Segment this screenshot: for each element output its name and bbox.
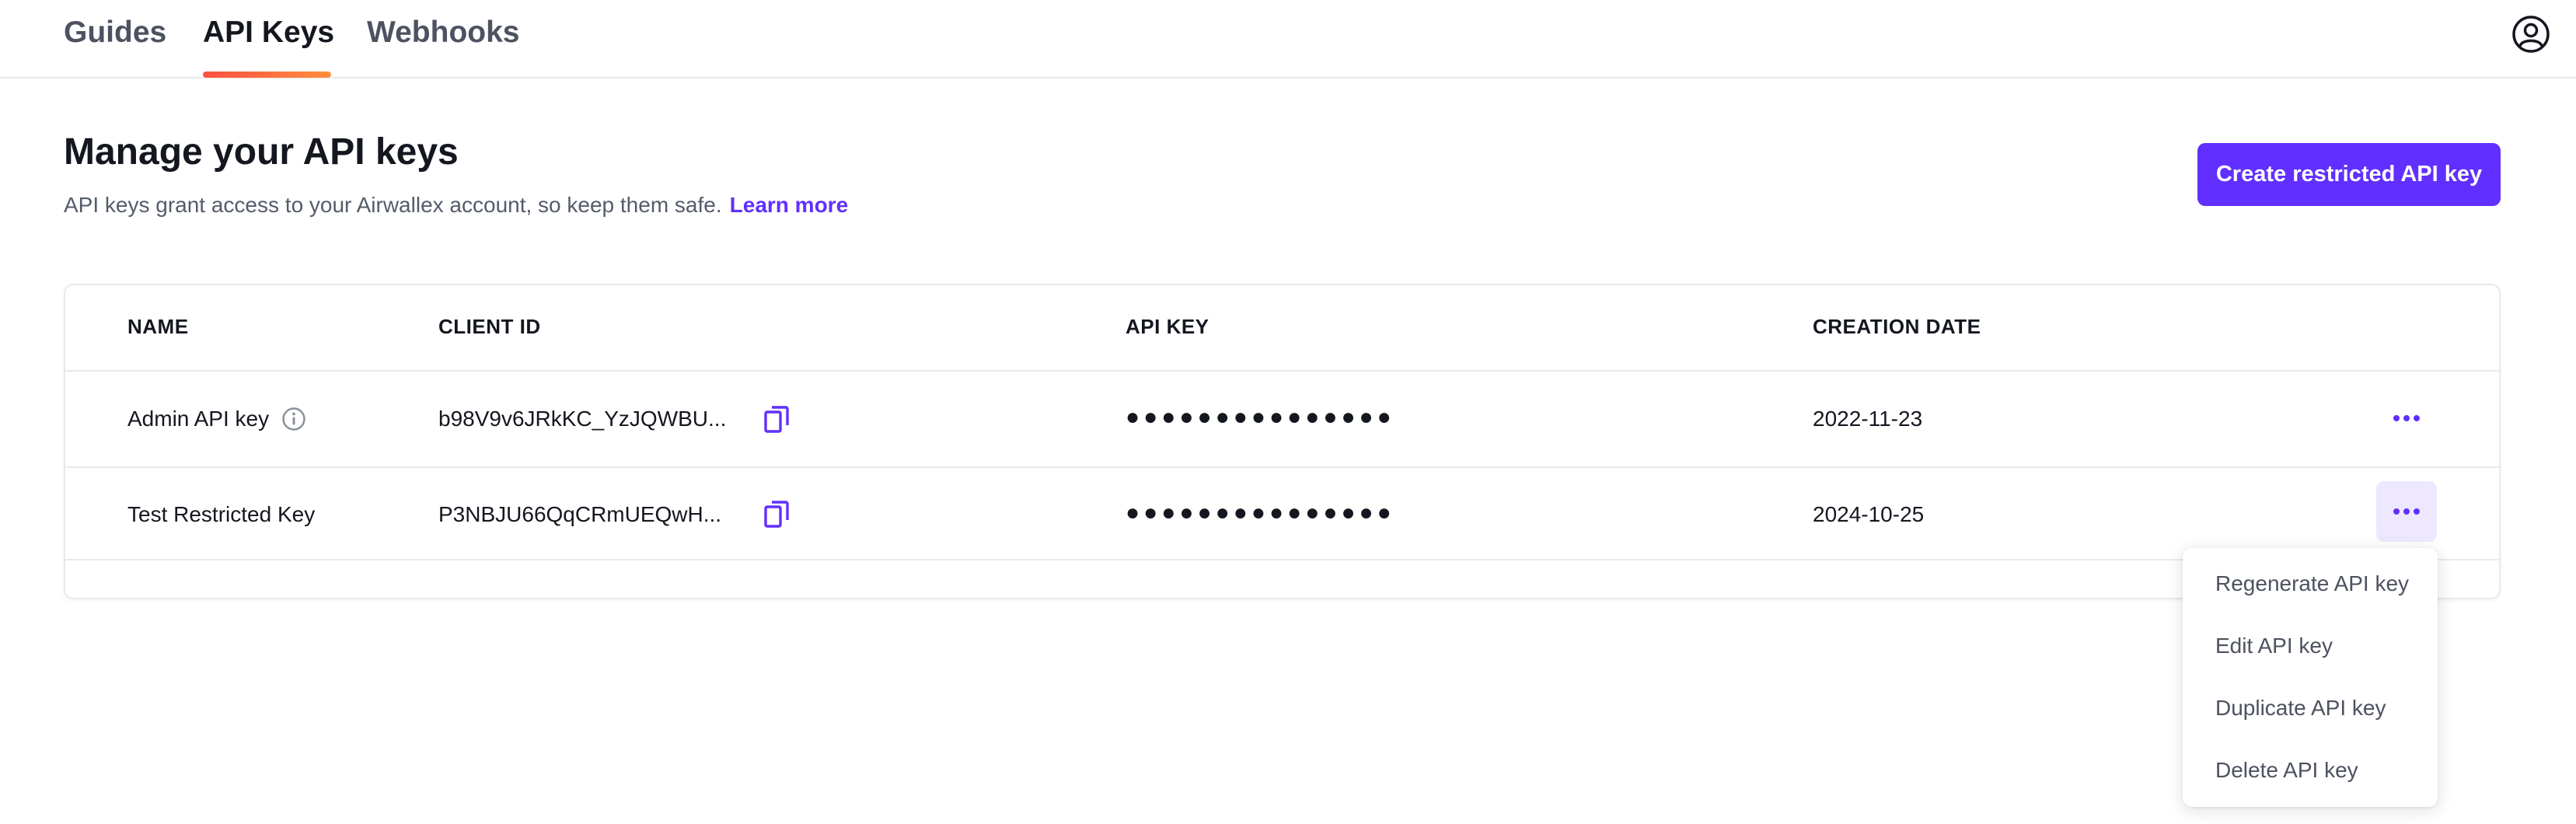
subtitle-text: API keys grant access to your Airwallex … [64, 193, 722, 217]
menu-item-regenerate[interactable]: Regenerate API key [2215, 571, 2409, 596]
create-restricted-key-button[interactable]: Create restricted API key [2197, 143, 2501, 206]
menu-item-duplicate[interactable]: Duplicate API key [2215, 696, 2386, 721]
row-creation-date: 2022-11-23 [1813, 407, 1923, 431]
user-circle-icon[interactable] [2511, 14, 2551, 54]
table-divider [65, 370, 2499, 372]
page-title: Manage your API keys [64, 131, 459, 173]
table-divider [65, 466, 2499, 468]
api-keys-table [64, 284, 2501, 599]
page-subtitle: API keys grant access to your Airwallex … [64, 193, 848, 218]
more-horizontal-icon [2393, 415, 2420, 421]
column-header-creation-date: CREATION DATE [1813, 315, 1981, 338]
menu-item-edit[interactable]: Edit API key [2215, 634, 2333, 658]
active-tab-indicator [203, 72, 331, 78]
row-name: Admin API key [127, 407, 270, 431]
more-horizontal-icon [2393, 508, 2420, 515]
top-nav: Guides API Keys Webhooks [0, 0, 2576, 79]
row-api-key-masked: ●●●●●●●●●●●●●●● [1126, 404, 1395, 430]
copy-icon[interactable] [763, 405, 790, 435]
column-header-name: NAME [127, 315, 189, 338]
copy-icon[interactable] [763, 500, 790, 529]
table-divider [65, 559, 2499, 560]
tab-api-keys[interactable]: API Keys [203, 16, 334, 50]
info-icon[interactable] [281, 406, 307, 432]
row-client-id: b98V9v6JRkKC_YzJQWBU... [438, 407, 727, 431]
row-actions-menu: Regenerate API key Edit API key Duplicat… [2183, 548, 2438, 807]
menu-item-delete[interactable]: Delete API key [2215, 758, 2358, 783]
tab-webhooks[interactable]: Webhooks [367, 16, 519, 50]
row-name: Test Restricted Key [127, 502, 316, 526]
row-client-id: P3NBJU66QqCRmUEQwH... [438, 502, 722, 526]
column-header-client-id: CLIENT ID [438, 315, 541, 338]
row-creation-date: 2024-10-25 [1813, 502, 1925, 526]
row-api-key-masked: ●●●●●●●●●●●●●●● [1126, 500, 1395, 525]
row-actions-button[interactable] [2376, 388, 2437, 449]
row-actions-button[interactable] [2376, 481, 2437, 542]
tab-guides[interactable]: Guides [64, 16, 166, 50]
column-header-api-key: API KEY [1126, 315, 1209, 338]
learn-more-link[interactable]: Learn more [730, 193, 849, 217]
